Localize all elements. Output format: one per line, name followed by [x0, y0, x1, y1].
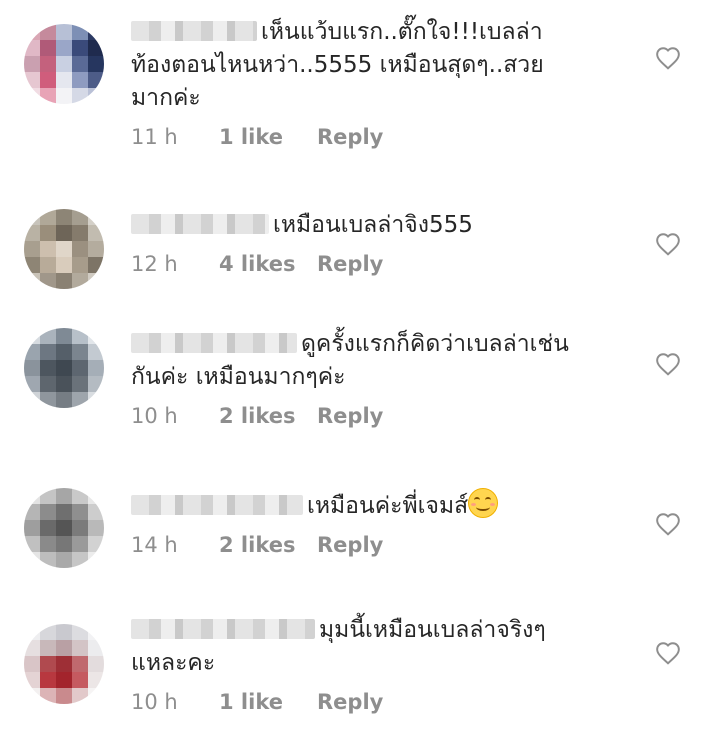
blurred-username[interactable]: [131, 495, 303, 515]
comment-text: เห็นแว้บแรก..ตั๊กใจ!!!เบลล่า ท้องตอนไหนห…: [131, 16, 631, 115]
comment-line: กันค่ะ เหมือนมากๆค่ะ: [131, 364, 346, 390]
reply-button[interactable]: Reply: [317, 690, 383, 714]
like-count[interactable]: 1 like: [219, 125, 317, 149]
comment-time: 10 h: [131, 690, 178, 714]
reply-button[interactable]: Reply: [317, 533, 383, 557]
blurred-username[interactable]: [131, 21, 257, 41]
comment-line: ดูครั้งแรกก็คิดว่าเบลล่าเช่น: [301, 331, 569, 357]
comment-item: ดูครั้งแรกก็คิดว่าเบลล่าเช่น กันค่ะ เหมื…: [0, 328, 701, 438]
comment-line: เห็นแว้บแรก..ตั๊กใจ!!!เบลล่า: [261, 19, 543, 45]
comment-text: เหมือนเบลล่าจิง555: [131, 209, 631, 242]
like-count[interactable]: 1 like: [219, 690, 317, 714]
smiling-face-icon: [468, 488, 499, 518]
avatar[interactable]: [24, 488, 104, 568]
comment-text: เหมือนค่ะพี่เจมส์: [131, 488, 631, 523]
comment-item: เหมือนเบลล่าจิง555 12 h 4 likes Reply: [0, 209, 701, 299]
like-count[interactable]: 2 likes: [219, 533, 317, 557]
comment-line: แหละคะ: [131, 650, 216, 676]
comment-item: เห็นแว้บแรก..ตั๊กใจ!!!เบลล่า ท้องตอนไหนห…: [0, 16, 701, 166]
comment-time: 11 h: [131, 125, 178, 149]
reply-button[interactable]: Reply: [317, 125, 383, 149]
heart-outline-icon[interactable]: [655, 46, 681, 70]
heart-outline-icon[interactable]: [655, 232, 681, 256]
reply-button[interactable]: Reply: [317, 252, 383, 276]
heart-outline-icon[interactable]: [655, 641, 681, 665]
comment-meta: 10 h 1 like Reply: [131, 690, 631, 714]
comment-time: 10 h: [131, 404, 178, 428]
comment-line: เหมือนค่ะพี่เจมส์: [307, 493, 469, 519]
heart-outline-icon[interactable]: [655, 352, 681, 376]
blurred-username[interactable]: [131, 619, 315, 639]
like-count[interactable]: 2 likes: [219, 404, 317, 428]
comment-meta: 14 h 2 likes Reply: [131, 533, 631, 557]
comment-meta: 11 h 1 like Reply: [131, 125, 631, 149]
reply-button[interactable]: Reply: [317, 404, 383, 428]
comment-item: มุมนี้เหมือนเบลล่าจริงๆ แหละคะ 10 h 1 li…: [0, 614, 701, 724]
avatar[interactable]: [24, 24, 104, 104]
avatar[interactable]: [24, 209, 104, 289]
comment-time: 12 h: [131, 252, 178, 276]
heart-outline-icon[interactable]: [655, 512, 681, 536]
comment-time: 14 h: [131, 533, 178, 557]
blurred-username[interactable]: [131, 214, 269, 234]
avatar[interactable]: [24, 328, 104, 408]
comment-line: มุมนี้เหมือนเบลล่าจริงๆ: [319, 617, 546, 643]
blurred-username[interactable]: [131, 333, 297, 353]
comment-line: ท้องตอนไหนหว่า..5555 เหมือนสุดๆ..สวย: [131, 52, 544, 78]
comment-text: มุมนี้เหมือนเบลล่าจริงๆ แหละคะ: [131, 614, 631, 680]
comment-meta: 10 h 2 likes Reply: [131, 404, 631, 428]
comment-text: ดูครั้งแรกก็คิดว่าเบลล่าเช่น กันค่ะ เหมื…: [131, 328, 631, 394]
like-count[interactable]: 4 likes: [219, 252, 317, 276]
comment-line: เหมือนเบลล่าจิง555: [273, 212, 473, 238]
comment-line: มากค่ะ: [131, 85, 201, 111]
avatar[interactable]: [24, 624, 104, 704]
comment-item: เหมือนค่ะพี่เจมส์ 14 h 2 likes Reply: [0, 488, 701, 578]
comment-meta: 12 h 4 likes Reply: [131, 252, 631, 276]
